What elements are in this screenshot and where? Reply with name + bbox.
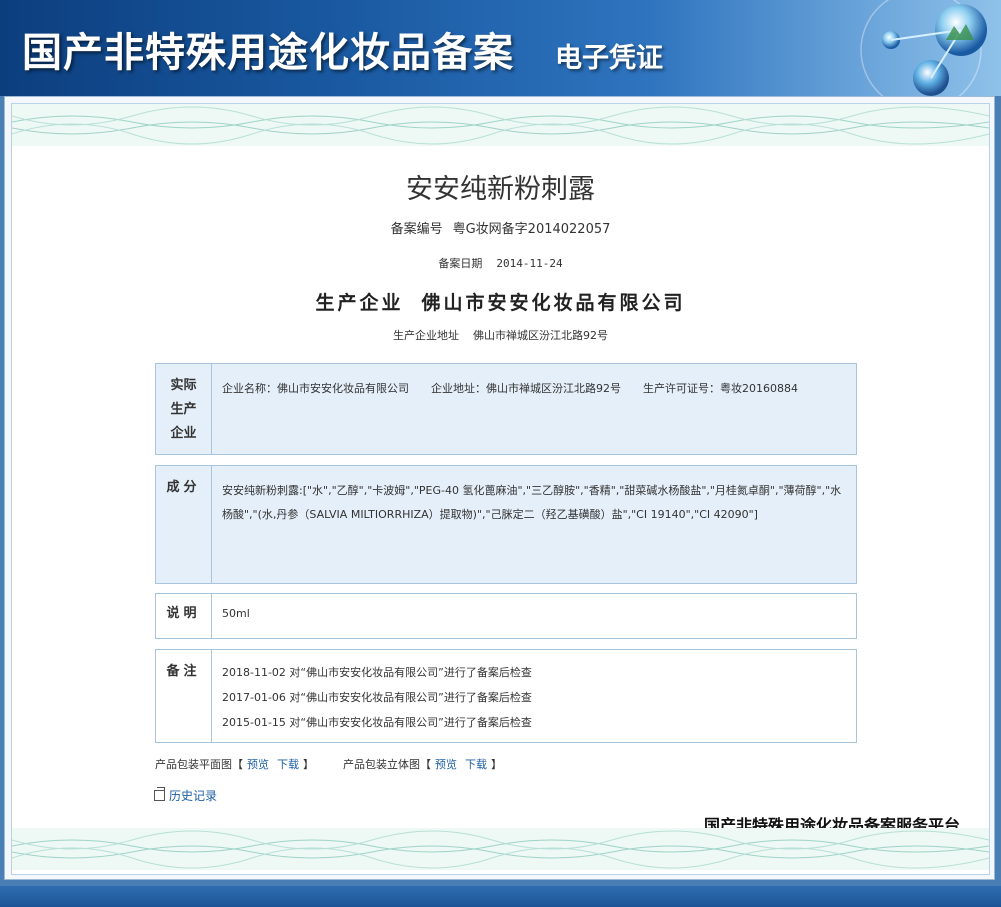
factory-label: 实际生产企业 [156, 364, 212, 454]
factory-license: 生产许可证号：粤妆20160884 [643, 382, 798, 395]
remarks-label: 备注 [156, 650, 212, 742]
globe-graphic-icon [860, 0, 987, 96]
history-label[interactable]: 历史记录 [169, 789, 217, 803]
history-link[interactable]: 历史记录 [154, 787, 217, 804]
registration-date: 备案日期 2014-11-24 [12, 255, 989, 271]
registration-number: 备案编号 粤G妆网备字2014022057 [12, 218, 989, 237]
factory-label-text: 实际生产企业 [170, 378, 197, 441]
producer: 生产企业 佛山市安安化妆品有限公司 [12, 288, 989, 315]
producer-address-value: 佛山市禅城区汾江北路92号 [473, 329, 608, 342]
factory-section: 实际生产企业 企业名称：佛山市安安化妆品有限公司 企业地址：佛山市禅城区汾江北路9… [155, 363, 857, 455]
factory-name: 企业名称：佛山市安安化妆品有限公司 [222, 382, 409, 395]
flat-package-label: 产品包装平面图 [155, 758, 232, 771]
reg-date-value: 2014-11-24 [496, 257, 563, 270]
external-window-icon [154, 787, 165, 801]
producer-value: 佛山市安安化妆品有限公司 [421, 292, 686, 314]
bracket-close: 】 [303, 758, 314, 771]
factory-content: 企业名称：佛山市安安化妆品有限公司 企业地址：佛山市禅城区汾江北路92号 生产许可证… [222, 377, 842, 401]
flat-download-link[interactable]: 下载 [277, 758, 299, 771]
header-banner: 国产非特殊用途化妆品备案 电子凭证 [0, 0, 1001, 96]
description-text: 50ml [222, 607, 250, 620]
producer-label: 生产企业 [315, 292, 404, 314]
remarks-list: 2018-11-02 对“佛山市安安化妆品有限公司”进行了备案后检查 2017-… [222, 660, 842, 735]
reg-no-value: 粤G妆网备字2014022057 [452, 222, 611, 237]
solid-package-label: 产品包装立体图 [343, 758, 420, 771]
decorative-wave-top [12, 104, 989, 146]
decorative-wave-bottom [12, 828, 989, 870]
reg-date-label: 备案日期 [438, 257, 483, 270]
product-name: 安安纯新粉刺露 [406, 174, 595, 205]
description-section: 说明 50ml [155, 593, 857, 639]
bracket-close: 】 [491, 758, 502, 771]
producer-address: 生产企业地址 佛山市禅城区汾江北路92号 [12, 327, 989, 343]
footer-bar [0, 886, 1001, 907]
bracket-open: 【 [232, 758, 243, 771]
description-label: 说明 [156, 594, 212, 638]
packaging-links: 产品包装平面图【 预览 下载】 产品包装立体图【 预览 下载】 [155, 756, 502, 772]
ingredients-label: 成分 [156, 466, 212, 583]
producer-address-label: 生产企业地址 [393, 329, 459, 342]
certificate-frame: 安安纯新粉刺露 备案编号 粤G妆网备字2014022057 备案日期 2014-11… [4, 96, 995, 880]
remarks-section: 备注 2018-11-02 对“佛山市安安化妆品有限公司”进行了备案后检查 20… [155, 649, 857, 743]
page-subtitle: 电子凭证 [555, 43, 663, 74]
factory-address: 企业地址：佛山市禅城区汾江北路92号 [431, 382, 621, 395]
ingredients-text: 安安纯新粉刺露:["水","乙醇","卡波姆","PEG-40 氢化蓖麻油","… [222, 484, 842, 521]
solid-preview-link[interactable]: 预览 [435, 758, 457, 771]
remark-item: 2018-11-02 对“佛山市安安化妆品有限公司”进行了备案后检查 [222, 666, 532, 679]
solid-download-link[interactable]: 下载 [465, 758, 487, 771]
reg-no-label: 备案编号 [390, 222, 443, 237]
flat-preview-link[interactable]: 预览 [247, 758, 269, 771]
bracket-open: 【 [420, 758, 431, 771]
remark-item: 2015-01-15 对“佛山市安安化妆品有限公司”进行了备案后检查 [222, 716, 532, 729]
page-title: 国产非特殊用途化妆品备案 [22, 29, 514, 76]
remark-item: 2017-01-06 对“佛山市安安化妆品有限公司”进行了备案后检查 [222, 691, 532, 704]
certificate-paper: 安安纯新粉刺露 备案编号 粤G妆网备字2014022057 备案日期 2014-11… [11, 103, 990, 875]
ingredients-section: 成分 安安纯新粉刺露:["水","乙醇","卡波姆","PEG-40 氢化蓖麻油… [155, 465, 857, 584]
